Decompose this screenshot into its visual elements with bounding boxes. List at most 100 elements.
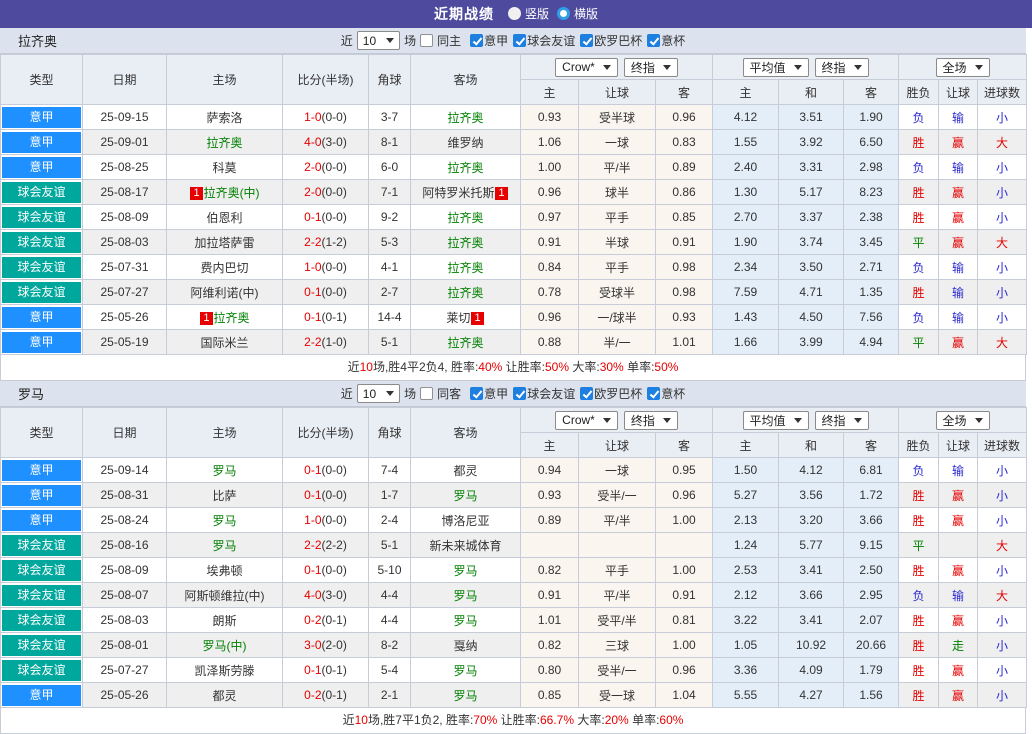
col-type: 类型: [0, 407, 83, 458]
matches-table-roma: 类型 日期 主场 比分(半场) 角球 客场 Crow* 终指 平均值 终指 全场: [0, 407, 1028, 708]
match-type-cell: 球会友谊: [0, 179, 83, 205]
avg-odds-cell: 3.99: [778, 329, 845, 355]
odds-cell: 平/半: [578, 582, 656, 608]
result-cell: 大: [977, 129, 1028, 155]
avg-odds-cell: 3.31: [778, 154, 845, 180]
layout-radio-横版[interactable]: 横版: [557, 5, 598, 22]
league-checkbox-球会友谊[interactable]: [513, 387, 527, 400]
odds-cell: 0.93: [520, 104, 579, 130]
away-team-cell: 莱切 1: [410, 304, 521, 330]
score-cell: 0-1(0-0): [282, 204, 369, 230]
title-bar: 近期战绩 竖版 横版: [0, 0, 1032, 28]
away-team-cell: 拉齐奥: [410, 329, 521, 355]
match-row: 意甲 25-09-01 拉齐奥 4-0(3-0) 8-1 维罗纳 1.06 一球 0.83 1.5…: [0, 129, 1028, 155]
layout-radio-竖版[interactable]: 竖版: [507, 5, 549, 22]
match-count-select[interactable]: 10: [356, 31, 401, 50]
chevron-down-icon: [853, 417, 862, 423]
league-checkbox-意甲[interactable]: [470, 387, 484, 400]
result-cell: 小: [977, 154, 1028, 180]
subcol-goals: 进球数: [977, 79, 1028, 105]
corner-cell: 14-4: [368, 304, 411, 330]
col-score: 比分(半场): [282, 54, 369, 105]
date-cell: 25-08-31: [82, 482, 167, 508]
avg-source-value: 平均值: [749, 60, 786, 75]
odds-company-select[interactable]: Crow*: [555, 410, 618, 430]
match-type-cell: 意甲: [0, 154, 83, 180]
fulltime-score: 4-0: [304, 135, 322, 149]
league-checkbox-意甲[interactable]: [470, 34, 484, 47]
avg-odds-cell: 2.38: [843, 204, 900, 230]
date-cell: 25-08-16: [82, 532, 167, 558]
league-checkbox-球会友谊[interactable]: [513, 34, 527, 47]
scope-select[interactable]: 全场: [935, 410, 990, 430]
match-type-cell: 球会友谊: [0, 229, 83, 255]
league-checkbox-欧罗巴杯[interactable]: [580, 34, 594, 47]
league-checkbox-意杯[interactable]: [647, 387, 661, 400]
col-away: 客场: [410, 407, 521, 458]
chevron-down-icon: [974, 64, 983, 70]
radio-label: 横版: [574, 7, 599, 21]
match-count-select[interactable]: 10: [356, 384, 401, 403]
result-cell: 赢: [938, 507, 979, 533]
date-cell: 25-07-27: [82, 657, 167, 683]
result-cell: 胜: [898, 632, 940, 658]
team-name: 阿斯顿维拉(中): [184, 588, 265, 603]
avg-stage-select[interactable]: 终指: [814, 57, 869, 77]
odds-cell: 0.91: [520, 582, 579, 608]
same-venue-checkbox[interactable]: [420, 34, 434, 47]
matches-tbody: 意甲 25-09-15 萨索洛 1-0(0-0) 3-7 拉齐奥 0.93 受半球 0.96 4.…: [0, 104, 1028, 355]
match-row: 意甲 25-08-31 比萨 0-1(0-0) 1-7 罗马 0.93 受半/一 0.96 5.2…: [0, 482, 1028, 508]
odds-company-select[interactable]: Crow*: [555, 57, 618, 77]
league-checkbox-意杯[interactable]: [647, 34, 661, 47]
date-cell: 25-08-25: [82, 154, 167, 180]
summary-segment: 大率:: [569, 360, 600, 374]
match-type-badge: 球会友谊: [2, 634, 81, 656]
match-type-cell: 意甲: [0, 129, 83, 155]
result-cell: 输: [938, 254, 979, 280]
result-cell: 小: [977, 204, 1028, 230]
radio-icon[interactable]: [507, 7, 521, 20]
avg-odds-cell: 5.77: [778, 532, 845, 558]
match-count-value: 10: [362, 386, 377, 401]
avg-source-select[interactable]: 平均值: [742, 410, 809, 430]
match-type-cell: 球会友谊: [0, 254, 83, 280]
same-venue-label: 同客: [437, 387, 462, 401]
odds-stage-select[interactable]: 终指: [623, 410, 678, 430]
layout-radio-group: 竖版 横版: [500, 5, 598, 23]
same-venue-checkbox[interactable]: [420, 387, 434, 400]
result-cell: 胜: [898, 482, 940, 508]
odds-cell: 一/球半: [578, 304, 656, 330]
avg-odds-cell: 2.13: [712, 507, 780, 533]
avg-stage-select[interactable]: 终指: [814, 410, 869, 430]
team-name: 比萨: [212, 488, 237, 503]
home-team-cell: 加拉塔萨雷: [166, 229, 283, 255]
result-cell: 胜: [898, 279, 940, 305]
odds-cell: 受半/一: [578, 482, 656, 508]
radio-icon[interactable]: [557, 7, 570, 20]
summary-segment: 40%: [478, 360, 503, 374]
match-type-cell: 意甲: [0, 104, 83, 130]
avg-stage-value: 终指: [821, 413, 846, 428]
odds-cell: 0.97: [520, 204, 579, 230]
avg-odds-cell: 1.35: [843, 279, 900, 305]
league-checkbox-欧罗巴杯[interactable]: [580, 387, 594, 400]
score-cell: 1-0(0-0): [282, 507, 369, 533]
home-team-cell: 阿斯顿维拉(中): [166, 582, 283, 608]
scope-select[interactable]: 全场: [935, 57, 990, 77]
team-name: 伯恩利: [206, 210, 243, 225]
chevron-down-icon: [662, 64, 671, 70]
team-name: 罗马: [453, 563, 478, 578]
match-type-cell: 球会友谊: [0, 582, 83, 608]
date-cell: 25-09-15: [82, 104, 167, 130]
odds-cell: 0.88: [520, 329, 579, 355]
halftime-score: (0-0): [321, 463, 347, 477]
odds-stage-value: 终指: [630, 60, 655, 75]
odds-stage-select[interactable]: 终指: [623, 57, 678, 77]
avg-source-select[interactable]: 平均值: [742, 57, 809, 77]
matches-table-lazio: 类型 日期 主场 比分(半场) 角球 客场 Crow* 终指 平均值 终指 全场: [0, 54, 1028, 355]
score-cell: 1-0(0-0): [282, 254, 369, 280]
halftime-score: (0-0): [321, 285, 347, 299]
result-cell: 赢: [938, 607, 979, 633]
summary-segment: 20%: [604, 713, 629, 727]
home-team-cell: 埃弗顿: [166, 557, 283, 583]
